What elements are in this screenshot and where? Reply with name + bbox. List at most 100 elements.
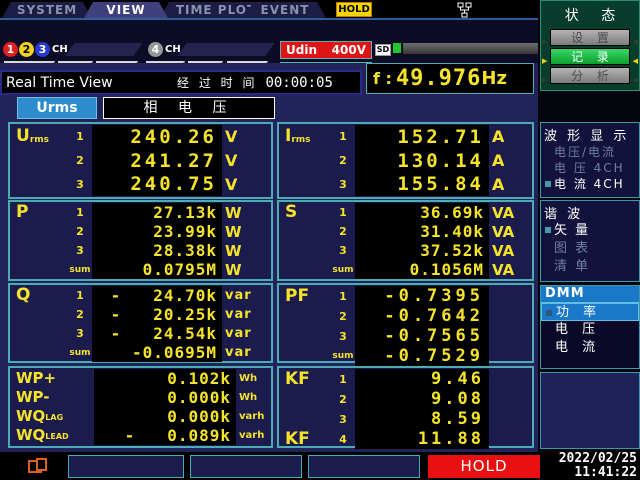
measurement-row: sum -0.0695M var bbox=[12, 343, 269, 362]
view-info-bar: Real Time View 经 过 时 间 00:00:05 bbox=[0, 70, 362, 95]
sidebar-button-analysis[interactable]: ▶分 析◀ bbox=[550, 67, 630, 84]
channel-number: 3 bbox=[68, 178, 92, 191]
hold-button[interactable]: HOLD bbox=[428, 455, 540, 478]
sidebar-item-current-4ch[interactable]: 电 流 4CH bbox=[541, 176, 639, 192]
channel-number: 2 bbox=[68, 225, 92, 238]
measured-value: 0.000k bbox=[94, 407, 236, 426]
energy-panel: WP+ 0.102k Wh WP- 0.000k Wh WQLAG 0.000k… bbox=[8, 366, 273, 448]
harmonics-panel: 谐 波 矢 量 图 表 清 单 bbox=[540, 200, 640, 282]
param-label: WP- bbox=[16, 389, 50, 406]
selected-bullet-icon bbox=[546, 310, 552, 316]
measurement-row: WP- 0.000k Wh bbox=[12, 388, 269, 407]
unit: var bbox=[222, 326, 252, 341]
sidebar-item-vector[interactable]: 矢 量 bbox=[541, 222, 639, 240]
measurement-row: WQLAG 0.000k varh bbox=[12, 407, 269, 426]
sidebar-button-settings[interactable]: ▶设 置◀ bbox=[550, 29, 630, 46]
softkey-1[interactable] bbox=[68, 455, 184, 478]
measurement-row: WQLEAD - 0.089k varh bbox=[12, 426, 269, 445]
unit: V bbox=[222, 175, 237, 194]
channel-number: 2 bbox=[331, 393, 355, 406]
unit: Wh bbox=[236, 392, 257, 403]
measurement-row: 2 23.99k W bbox=[12, 222, 269, 241]
arrow-icon: ◀ bbox=[633, 34, 638, 50]
channel-number: 2 bbox=[68, 154, 92, 167]
unit: W bbox=[222, 223, 242, 241]
channel-2-badge: 2 bbox=[19, 42, 34, 57]
k-factor-panel: KF 1 9.46 2 9.08 3 8.59 KF 4 11.88 bbox=[277, 366, 534, 448]
sidebar-button-record[interactable]: ▶记 录◀ bbox=[550, 48, 630, 65]
reactive-power-panel: Q 1 - 24.70k var 2 - 20.25k var 3 - 24.5… bbox=[8, 283, 273, 363]
sidebar-item-list[interactable]: 清 单 bbox=[541, 258, 639, 276]
param-label: KF bbox=[285, 371, 310, 388]
channel-number: 1 bbox=[331, 206, 355, 219]
dmm-panel: DMM 功 率 电 压 电 流 bbox=[540, 285, 640, 369]
measured-value: - 24.54k bbox=[92, 324, 222, 343]
status-panel-title: 状 态 bbox=[541, 1, 639, 27]
sidebar-item-voltage-4ch[interactable]: 电 压 4CH bbox=[541, 160, 639, 176]
param-label: WQ bbox=[16, 427, 45, 444]
measured-value: -0.0695M bbox=[92, 343, 222, 362]
power-analyzer-screen: SYSTEM VIEW TIME PLOT EVENT HOLD 1 2 3 C… bbox=[0, 0, 640, 480]
channel-number: 3 bbox=[68, 244, 92, 257]
sidebar-item-power[interactable]: 功 率 bbox=[541, 303, 639, 321]
udin-display: Udin 400V bbox=[280, 41, 372, 59]
param-sub: rms bbox=[291, 128, 310, 145]
arrow-icon: ◀ bbox=[633, 72, 638, 88]
item-label: 电 流 4CH bbox=[554, 177, 625, 191]
measurement-row: Irms 1 152.71 A bbox=[281, 125, 530, 149]
sidebar-item-current[interactable]: 电 流 bbox=[541, 339, 639, 357]
sidebar: 状 态 ▶设 置◀ ▶记 录◀ ▶分 析◀ 波 形 显 示 电压/电流 电 压 … bbox=[538, 0, 640, 452]
page-title: 相 电 压 bbox=[103, 97, 275, 119]
network-icon bbox=[455, 2, 473, 19]
measured-value: 0.102k bbox=[94, 369, 236, 388]
hold-indicator-badge: HOLD bbox=[336, 2, 372, 17]
measurement-row: sum 0.0795M W bbox=[12, 260, 269, 279]
unit: VA bbox=[489, 204, 514, 222]
measured-value: 130.14 bbox=[355, 149, 489, 173]
tab-view[interactable]: VIEW bbox=[84, 2, 168, 18]
measured-value: 0.000k bbox=[94, 388, 236, 407]
param-label: KF bbox=[285, 431, 310, 448]
measurement-row: 3 28.38k W bbox=[12, 241, 269, 260]
frequency-value: 49.976 bbox=[396, 66, 481, 91]
measured-value: 0.1056M bbox=[355, 260, 489, 279]
sidebar-item-graph[interactable]: 图 表 bbox=[541, 240, 639, 258]
unit: varh bbox=[236, 430, 264, 441]
param-sub: LEAD bbox=[45, 427, 68, 441]
tab-event[interactable]: EVENT bbox=[244, 2, 326, 18]
sidebar-item-voltage[interactable]: 电 压 bbox=[541, 321, 639, 339]
arrow-icon: ▶ bbox=[542, 34, 547, 50]
media-usage-bar bbox=[403, 43, 538, 54]
unit: W bbox=[222, 204, 242, 222]
unit: varh bbox=[236, 411, 264, 422]
channel-number: sum bbox=[331, 265, 355, 275]
measurement-row: 3 8.59 bbox=[281, 409, 530, 429]
frequency-unit: Hz bbox=[481, 68, 507, 89]
apparent-power-panel: S 1 36.69k VA 2 31.40k VA 3 37.52k VA su… bbox=[277, 200, 534, 281]
channel-number: 4 bbox=[331, 433, 355, 446]
param-sub: LAG bbox=[45, 408, 63, 422]
divider bbox=[177, 43, 274, 56]
softkey-2[interactable] bbox=[190, 455, 302, 478]
empty-panel bbox=[540, 372, 640, 449]
harmonics-panel-title: 谐 波 bbox=[541, 201, 639, 222]
tab-system[interactable]: SYSTEM bbox=[2, 2, 92, 18]
arrow-icon: ◀ bbox=[633, 53, 638, 69]
measurement-row: PF 1 -0.7395 bbox=[281, 286, 530, 306]
param-label: Q bbox=[16, 287, 30, 304]
unit: Wh bbox=[236, 373, 257, 384]
sidebar-item-voltage-current[interactable]: 电压/电流 bbox=[541, 144, 639, 160]
channel-4-badge: 4 bbox=[148, 42, 163, 57]
unit: W bbox=[222, 261, 242, 279]
softkey-3[interactable] bbox=[308, 455, 420, 478]
param-label: WQ bbox=[16, 408, 45, 425]
channel-number: sum bbox=[68, 265, 92, 275]
channel-group-4: 4 CH bbox=[148, 41, 181, 58]
unit: A bbox=[489, 175, 504, 194]
channel-status-area: 1 2 3 CH 4 CH 3P4W 600V 500A ACDC 600V 5… bbox=[0, 20, 538, 63]
measured-value: -0.7565 bbox=[355, 326, 489, 346]
urms-page-tab[interactable]: Urms bbox=[17, 97, 97, 119]
selected-bullet-icon bbox=[545, 227, 551, 233]
channel-number: sum bbox=[331, 351, 355, 361]
udin-label: Udin bbox=[286, 43, 317, 57]
